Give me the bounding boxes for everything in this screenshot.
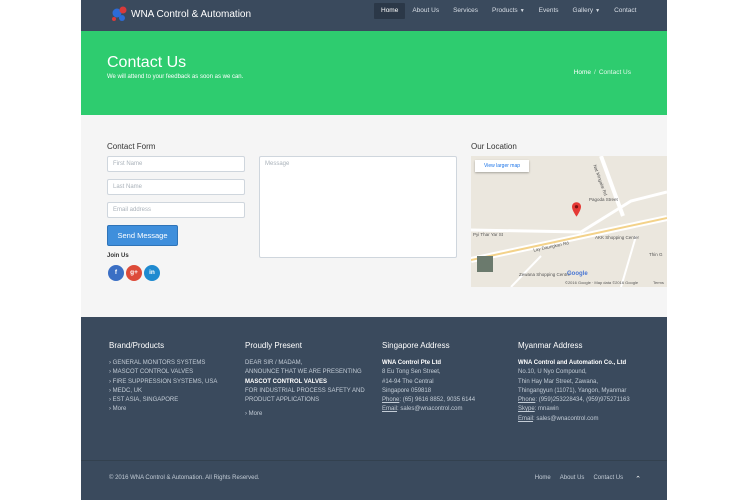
brand-item[interactable]: › FIRE SUPPRESSION SYSTEMS, USA xyxy=(109,378,217,387)
nav-contact[interactable]: Contact xyxy=(607,3,643,19)
map-terms-link[interactable]: Terms xyxy=(653,280,664,285)
mm-email-value[interactable]: : sales@wnacontrol.com xyxy=(533,416,598,422)
footer-singapore-heading: Singapore Address xyxy=(382,341,450,350)
mm-address-line: Thin Hay Mar Street, Zawana, xyxy=(518,378,599,385)
main-menu: Home About Us Services Products ▼ Events … xyxy=(374,3,643,21)
location-map[interactable]: View larger map Pagoda Street Pyi Thar Y… xyxy=(471,156,667,287)
page-title: Contact Us xyxy=(107,54,187,71)
contact-section: Contact Form First Name Last Name Email … xyxy=(81,115,667,317)
map-label-pyi: Pyi Thar Yar St xyxy=(473,232,504,237)
nav-products[interactable]: Products ▼ xyxy=(485,3,532,19)
footer-present-heading: Proudly Present xyxy=(245,341,302,350)
map-label-zewana: Zewana Shopping Centre xyxy=(519,272,571,277)
present-line: FOR INDUSTRIAL PROCESS SAFETY AND xyxy=(245,387,365,394)
copyright: © 2016 WNA Control & Automation. All Rig… xyxy=(109,475,260,481)
map-roads xyxy=(471,156,667,287)
page: WNA Control & Automation Home About Us S… xyxy=(81,0,667,500)
mm-address-line: No.10, U Nyo Compound, xyxy=(518,369,587,376)
chevron-down-icon: ▼ xyxy=(595,8,601,14)
page-subtitle: We will attend to your feedback as soon … xyxy=(107,74,244,80)
linkedin-icon[interactable]: in xyxy=(144,265,160,281)
sg-email-value[interactable]: : sales@wnacontrol.com xyxy=(397,406,462,412)
sg-phone: Phone: (65) 9616 8852, 9035 6144 xyxy=(382,396,475,405)
navbar: WNA Control & Automation Home About Us S… xyxy=(81,0,667,31)
first-name-input[interactable]: First Name xyxy=(107,156,245,172)
breadcrumb: Home / Contact Us xyxy=(574,69,631,76)
view-larger-map-link[interactable]: View larger map xyxy=(475,160,529,172)
present-line: DEAR SIR / MADAM, xyxy=(245,360,303,366)
breadcrumb-home[interactable]: Home xyxy=(574,69,591,76)
nav-home[interactable]: Home xyxy=(374,3,406,19)
map-marker-icon xyxy=(572,202,581,217)
chevron-up-icon[interactable]: ⌃ xyxy=(635,475,641,483)
sg-phone-label: Phone xyxy=(382,397,400,404)
brand-name[interactable]: WNA Control & Automation xyxy=(131,9,251,20)
footer-link-home[interactable]: Home xyxy=(535,475,551,483)
breadcrumb-current: Contact Us xyxy=(598,69,631,76)
mm-skype-label: Skype xyxy=(518,406,535,413)
present-highlight: MASCOT CONTROL VALVES xyxy=(245,378,328,385)
sg-address-line: 8 Eu Tong Sen Street, xyxy=(382,369,441,376)
nav-events[interactable]: Events xyxy=(532,3,566,19)
mm-email: Email: sales@wnacontrol.com xyxy=(518,415,630,424)
map-attribution: ©2016 Google · Map data ©2016 Google xyxy=(565,280,639,285)
logo-icon xyxy=(112,6,127,21)
footer-links: Home About Us Contact Us ⌃ xyxy=(526,475,641,483)
mm-company: WNA Control and Automation Co., Ltd xyxy=(518,360,627,366)
email-input[interactable]: Email address xyxy=(107,202,245,218)
breadcrumb-separator: / xyxy=(594,69,596,76)
mm-phone-label: Phone xyxy=(518,397,536,404)
mm-phone-value: : (959)253228434, (959)975271163 xyxy=(535,397,630,404)
sg-phone-value: : (65) 9616 8852, 9035 6144 xyxy=(399,397,476,404)
sg-address-line: Singapore 059818 xyxy=(382,387,432,394)
brand-item[interactable]: › EST ASIA, SINGAPORE xyxy=(109,396,217,405)
myanmar-address: WNA Control and Automation Co., Ltd No.1… xyxy=(518,359,630,424)
footer: Brand/Products › GENERAL MONITORS SYSTEM… xyxy=(81,317,667,500)
present-line: ANNOUNCE THAT WE ARE PRESENTING xyxy=(245,369,362,376)
proudly-present-text: DEAR SIR / MADAM, ANNOUNCE THAT WE ARE P… xyxy=(245,359,365,420)
message-textarea[interactable]: Message xyxy=(259,156,457,258)
footer-myanmar-heading: Myanmar Address xyxy=(518,341,583,350)
sg-email: Email: sales@wnacontrol.com xyxy=(382,405,475,414)
footer-link-about-us[interactable]: About Us xyxy=(560,475,585,483)
singapore-address: WNA Control Pte Ltd 8 Eu Tong Sen Street… xyxy=(382,359,475,415)
brand-item[interactable]: › MEDC, UK xyxy=(109,387,217,396)
footer-link-contact-us[interactable]: Contact Us xyxy=(593,475,623,483)
chevron-down-icon: ▼ xyxy=(519,8,525,14)
brand-products-list: › GENERAL MONITORS SYSTEMS › MASCOT CONT… xyxy=(109,359,217,415)
map-label-thin: Thin G xyxy=(649,252,663,257)
contact-form-heading: Contact Form xyxy=(107,142,156,151)
map-label-akk: AKK Shopping Center xyxy=(595,235,640,240)
join-us-label: Join Us xyxy=(107,253,129,259)
nav-services[interactable]: Services xyxy=(446,3,485,19)
brand-more-link[interactable]: › More xyxy=(109,405,217,414)
brand-item[interactable]: › MASCOT CONTROL VALVES xyxy=(109,368,217,377)
footer-divider xyxy=(81,460,667,461)
our-location-heading: Our Location xyxy=(471,142,517,151)
mm-email-label: Email xyxy=(518,415,534,422)
page-header: Contact Us We will attend to your feedba… xyxy=(81,31,667,115)
nav-about-us[interactable]: About Us xyxy=(405,3,446,19)
facebook-icon[interactable]: f xyxy=(108,265,124,281)
footer-brand-heading: Brand/Products xyxy=(109,341,165,350)
last-name-input[interactable]: Last Name xyxy=(107,179,245,195)
nav-gallery[interactable]: Gallery ▼ xyxy=(566,3,608,19)
sg-email-label: Email xyxy=(382,406,398,413)
present-line: PRODUCT APPLICATIONS xyxy=(245,397,320,404)
mm-phone: Phone: (959)253228434, (959)975271163 xyxy=(518,396,630,405)
mm-skype-value: : mnawin xyxy=(534,406,559,413)
map-label-pagoda: Pagoda Street xyxy=(589,197,618,202)
send-message-button[interactable]: Send Message xyxy=(107,225,178,246)
map-google-logo: Google xyxy=(567,271,588,277)
present-more-link[interactable]: › More xyxy=(245,410,365,419)
mm-skype: Skype: mnawin xyxy=(518,405,630,414)
google-plus-icon[interactable]: g+ xyxy=(126,265,142,281)
mm-address-line: Thingangyun (11071), Yangon, Myanmar xyxy=(518,387,627,394)
brand-item[interactable]: › GENERAL MONITORS SYSTEMS xyxy=(109,359,217,368)
sg-company: WNA Control Pte Ltd xyxy=(382,360,442,366)
sg-address-line: #14-94 The Central xyxy=(382,378,434,385)
